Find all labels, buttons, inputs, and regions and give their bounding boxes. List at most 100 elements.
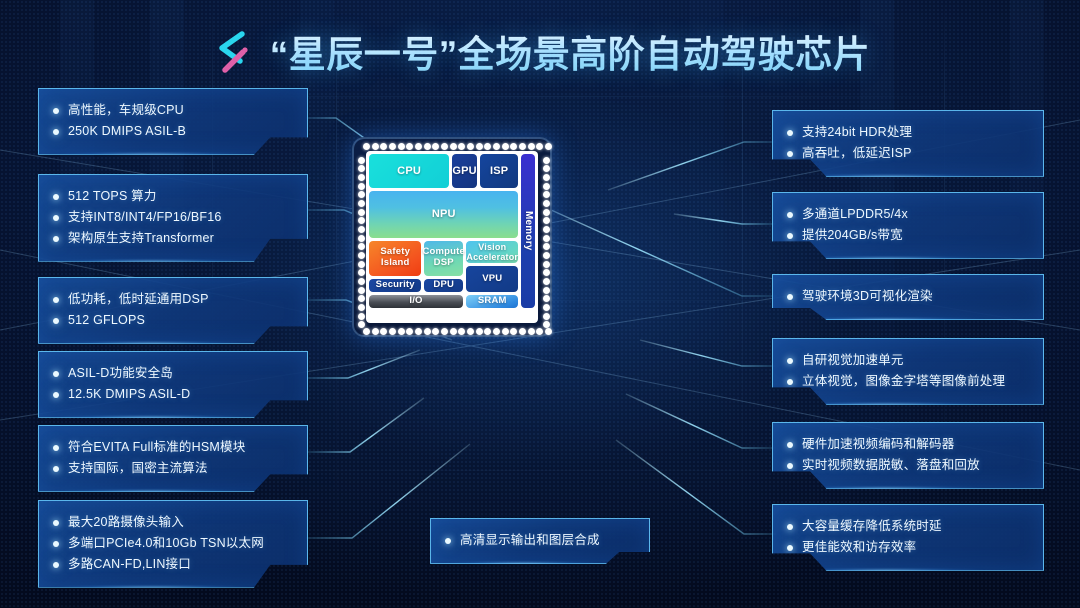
bga-pad — [536, 143, 544, 150]
bga-pad — [543, 260, 550, 268]
bga-pad — [358, 312, 365, 320]
callout-npu[interactable]: 512 TOPS 算力 支持INT8/INT4/FP16/BF16 架构原生支持Tr… — [38, 174, 308, 262]
soc-block-sram[interactable]: SRAM — [466, 294, 519, 308]
bga-pad — [458, 328, 466, 335]
bga-pad — [458, 143, 466, 150]
soc-block-gpu[interactable]: GPU — [452, 154, 477, 189]
soc-block-security[interactable]: Security — [369, 278, 422, 292]
bga-pad — [519, 143, 526, 150]
bga-pad — [358, 226, 365, 233]
soc-block-compute-dsp[interactable]: Compute DSP — [422, 240, 465, 276]
callout-text: 驾驶环境3D可视化渲染 — [802, 289, 933, 303]
callout-bullet-row: 512 GFLOPS — [53, 312, 293, 329]
bga-pad — [423, 143, 431, 150]
callout-safety[interactable]: ASIL-D功能安全岛 12.5K DMIPS ASIL-D — [38, 351, 308, 418]
bga-pad — [406, 143, 414, 150]
soc-block-memory[interactable]: Memory — [521, 154, 535, 308]
soc-die: CPU GPU ISP Memory NPU Safety Island Com… — [366, 151, 538, 323]
bullet-dot-icon — [53, 520, 59, 526]
callout-io[interactable]: 最大20路摄像头输入多端口PCIe4.0和10Gb TSN以太网多路CAN-FD… — [38, 500, 308, 588]
soc-block-dpu[interactable]: DPU — [424, 278, 464, 292]
soc-block-label: CPU — [397, 164, 421, 177]
callout-text: 自研视觉加速单元 — [802, 353, 904, 367]
bga-pad — [389, 328, 396, 335]
bga-pad — [501, 328, 509, 335]
callout-text: 低功耗，低时延通用DSP — [68, 292, 209, 306]
callout-text: 高吞吐，低延迟ISP — [802, 145, 912, 160]
bga-pad — [358, 252, 365, 259]
callout-cpu[interactable]: 高性能，车规级CPU 250K DMIPS ASIL-B — [38, 88, 308, 155]
callout-bullet-row: 多端口PCIe4.0和10Gb TSN以太网 — [53, 535, 293, 552]
bullet-dot-icon — [53, 108, 59, 114]
callout-bullet-row: ASIL-D功能安全岛 — [53, 365, 293, 382]
soc-block-npu[interactable]: NPU — [369, 191, 519, 238]
bullet-dot-icon — [53, 391, 59, 398]
soc-block-label: VPU — [482, 272, 503, 284]
bga-pad — [475, 143, 483, 150]
bullet-dot-icon — [53, 561, 59, 568]
bga-pad — [441, 143, 448, 150]
soc-block-io[interactable]: I/O — [369, 294, 464, 308]
bga-pad — [543, 208, 550, 216]
bga-pad — [358, 260, 365, 268]
bga-pad — [484, 143, 492, 150]
bullet-dot-icon — [787, 378, 793, 385]
bga-pad — [358, 304, 365, 311]
bga-pad — [358, 286, 365, 294]
soc-block-vision-accelerator[interactable]: Vision Accelerator — [466, 240, 519, 264]
callout-bullet-row: 更佳能效和访存效率 — [787, 539, 1029, 556]
bga-pad — [543, 278, 550, 285]
bga-pad — [371, 143, 379, 150]
callout-text: 实时视频数据脱敏、落盘和回放 — [802, 457, 980, 472]
soc-block-label: DPU — [433, 278, 455, 290]
callout-text: 更佳能效和访存效率 — [802, 539, 917, 554]
callout-text: 支持INT8/INT4/FP16/BF16 — [68, 209, 222, 224]
soc-block-cpu[interactable]: CPU — [369, 154, 450, 189]
bga-pad — [543, 269, 550, 277]
bga-pad — [467, 328, 474, 335]
bullet-dot-icon — [53, 214, 59, 221]
soc-package: CPU GPU ISP Memory NPU Safety Island Com… — [352, 137, 552, 337]
chevron-spark-logo-icon — [210, 26, 256, 76]
callout-isp[interactable]: 支持24bit HDR处理 高吞吐，低延迟ISP — [772, 110, 1044, 177]
bga-pad — [543, 174, 550, 181]
callout-sram[interactable]: 大容量缓存降低系统时延 更佳能效和访存效率 — [772, 504, 1044, 571]
bullet-dot-icon — [53, 465, 59, 472]
soc-block-isp[interactable]: ISP — [479, 154, 519, 189]
callout-text: ASIL-D功能安全岛 — [68, 366, 173, 380]
bga-pad — [543, 234, 550, 242]
bga-pad — [543, 312, 550, 320]
bullet-dot-icon — [787, 232, 793, 239]
callout-text: 多路CAN-FD,LIN接口 — [68, 556, 191, 571]
bullet-dot-icon — [53, 371, 59, 377]
soc-block-vpu[interactable]: VPU — [466, 266, 519, 292]
bga-pad — [543, 304, 550, 311]
bga-pad — [543, 286, 550, 294]
bga-pad — [510, 143, 518, 150]
callout-gpu[interactable]: 驾驶环境3D可视化渲染 — [772, 274, 1044, 320]
callout-bullet-row: 12.5K DMIPS ASIL-D — [53, 386, 293, 403]
callout-dpu[interactable]: 高清显示输出和图层合成 — [430, 518, 650, 564]
callout-bullet-row: 符合EVITA Full标准的HSM模块 — [53, 439, 293, 456]
callout-text: 架构原生支持Transformer — [68, 230, 215, 245]
callout-text: 最大20路摄像头输入 — [68, 515, 184, 529]
callout-bullet-row: 高吞吐，低延迟ISP — [787, 145, 1029, 162]
bga-pad — [380, 328, 388, 335]
bga-pad — [358, 234, 365, 242]
callout-bullet-row: 高清显示输出和图层合成 — [445, 532, 635, 549]
header: “星辰一号”全场景高阶自动驾驶芯片 — [0, 20, 1080, 82]
callout-text: 提供204GB/s带宽 — [802, 227, 903, 242]
callout-bullet-row: 高性能，车规级CPU — [53, 102, 293, 119]
soc-block-safety-island[interactable]: Safety Island — [369, 240, 422, 276]
callout-vpu[interactable]: 硬件加速视频编码和解码器 实时视频数据脱敏、落盘和回放 — [772, 422, 1044, 489]
bga-pad — [543, 295, 550, 303]
callout-memory[interactable]: 多通道LPDDR5/4x 提供204GB/s带宽 — [772, 192, 1044, 259]
bga-pad — [543, 217, 550, 225]
callout-dsp[interactable]: 低功耗，低时延通用DSP 512 GFLOPS — [38, 277, 308, 344]
callout-security[interactable]: 符合EVITA Full标准的HSM模块 支持国际，国密主流算法 — [38, 425, 308, 492]
bullet-dot-icon — [53, 128, 59, 135]
callout-bullet-row: 自研视觉加速单元 — [787, 352, 1029, 369]
callout-bullet-row: 最大20路摄像头输入 — [53, 514, 293, 531]
callout-vision[interactable]: 自研视觉加速单元 立体视觉，图像金字塔等图像前处理 — [772, 338, 1044, 405]
bga-pad — [363, 328, 370, 335]
